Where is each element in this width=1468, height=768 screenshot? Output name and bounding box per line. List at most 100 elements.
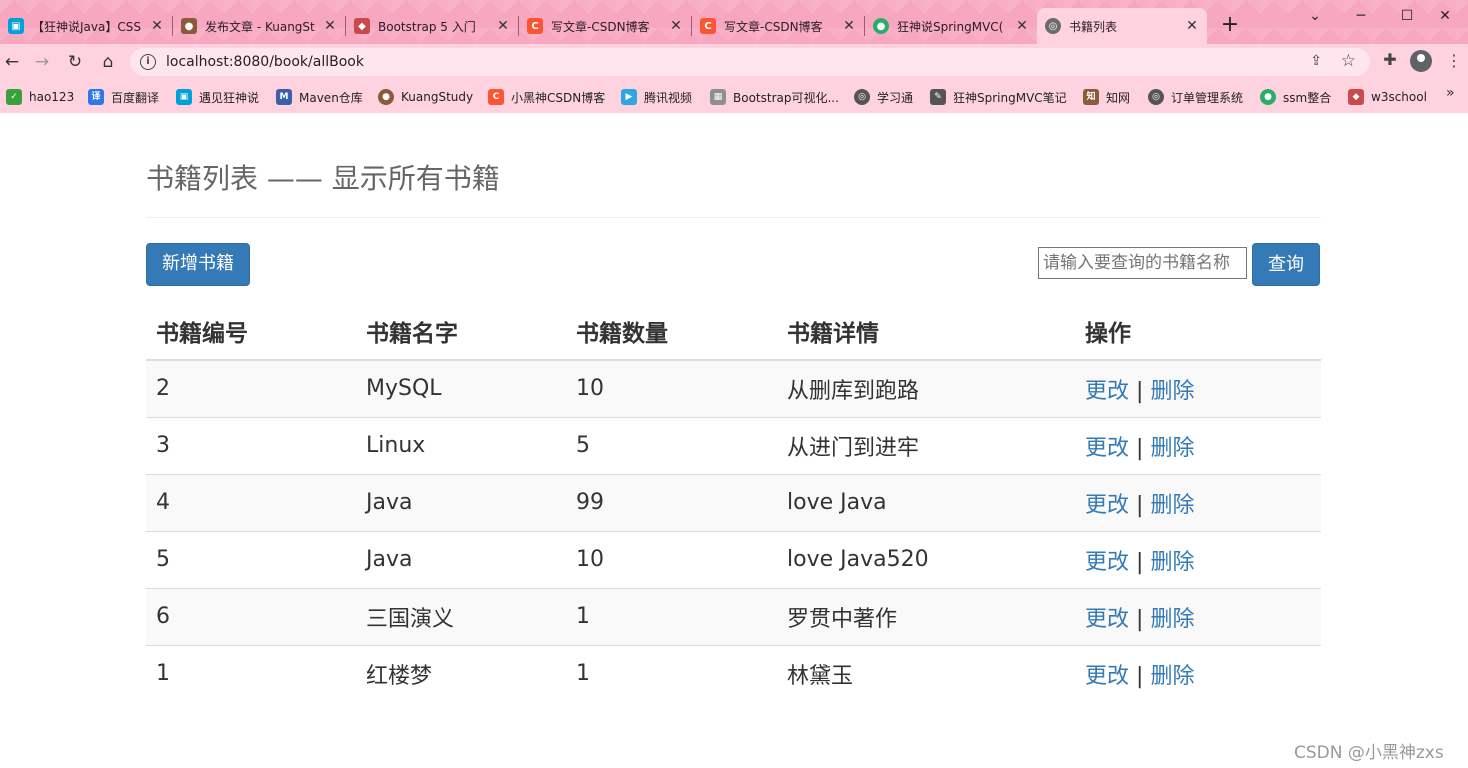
- edit-book-link[interactable]: 更改: [1085, 379, 1129, 404]
- browser-toolbar: ← → ↻ ⌂ i localhost:8080/book/allBook ⇪ …: [0, 44, 1468, 80]
- bookmark-label: 学习通: [877, 90, 914, 105]
- book-detail-cell: 从删库到跑路: [777, 360, 1075, 417]
- tab-4[interactable]: C 写文章-CSDN博客 ✕: [519, 8, 691, 44]
- bookmark-xuexitong[interactable]: ◎ 学习通: [854, 87, 913, 107]
- bookmark-kuangstudy[interactable]: ● KuangStudy: [378, 87, 473, 107]
- extensions-icon[interactable]: ✚: [1380, 50, 1400, 70]
- bookmark-label: ssm整合: [1283, 90, 1332, 105]
- delete-book-link[interactable]: 删除: [1150, 664, 1194, 689]
- share-icon[interactable]: ⇪: [1310, 53, 1322, 69]
- bookmark-label: 百度翻译: [111, 90, 160, 105]
- book-id-cell: 3: [146, 416, 356, 474]
- url-text[interactable]: localhost:8080/book/allBook: [166, 54, 364, 70]
- edit-book-link[interactable]: 更改: [1085, 550, 1129, 575]
- home-icon[interactable]: ⌂: [96, 50, 120, 74]
- book-search-input[interactable]: [1038, 247, 1247, 279]
- bookmark-csdn-blog[interactable]: C 小黑神CSDN博客: [488, 87, 605, 107]
- search-button[interactable]: 查询: [1252, 243, 1320, 286]
- add-book-button[interactable]: 新增书籍: [146, 243, 250, 286]
- bookmark-label: 订单管理系统: [1171, 90, 1244, 105]
- bookmark-label: Bootstrap可视化...: [733, 90, 839, 105]
- tab-7-active[interactable]: ◎ 书籍列表 ✕: [1037, 8, 1207, 44]
- delete-book-link[interactable]: 删除: [1150, 550, 1194, 575]
- tab-title: 写文章-CSDN博客: [551, 19, 650, 34]
- tab-close-icon[interactable]: ✕: [150, 18, 164, 34]
- maven-icon: M: [276, 89, 292, 105]
- profile-avatar-icon[interactable]: [1410, 50, 1432, 72]
- bookmark-label: hao123: [29, 90, 75, 104]
- table-row: 6 三国演义 1 罗贯中著作 更改 | 删除: [146, 587, 1321, 645]
- bookmark-tencent-video[interactable]: ▶ 腾讯视频: [621, 87, 692, 107]
- operation-separator: |: [1136, 549, 1144, 575]
- bookmarks-overflow-icon[interactable]: »: [1446, 85, 1455, 101]
- tab-close-icon[interactable]: ✕: [496, 18, 510, 34]
- avatar-icon: ●: [378, 89, 394, 105]
- reload-icon[interactable]: ↻: [63, 50, 87, 74]
- back-icon[interactable]: ←: [0, 50, 24, 74]
- bookmark-star-icon[interactable]: ☆: [1341, 51, 1356, 71]
- book-name-cell: Linux: [356, 416, 566, 474]
- avatar-icon: ●: [181, 18, 197, 34]
- bookmark-maven[interactable]: M Maven仓库: [276, 87, 363, 107]
- column-header-operations: 操作: [1075, 303, 1321, 361]
- edit-book-link[interactable]: 更改: [1085, 607, 1129, 632]
- edit-book-link[interactable]: 更改: [1085, 493, 1129, 518]
- delete-book-link[interactable]: 删除: [1150, 436, 1194, 461]
- book-count-cell: 10: [566, 530, 777, 588]
- runoob-icon: ◆: [1348, 89, 1364, 105]
- tab-1[interactable]: ▣ 【狂神说Java】CSS ✕: [0, 8, 172, 44]
- table-row: 5 Java 10 love Java520 更改 | 删除: [146, 530, 1321, 588]
- book-operations-cell: 更改 | 删除: [1075, 644, 1321, 702]
- tab-6[interactable]: ● 狂神说SpringMVC( ✕: [865, 8, 1037, 44]
- menu-kebab-icon[interactable]: ⋮: [1446, 50, 1462, 72]
- edit-book-link[interactable]: 更改: [1085, 436, 1129, 461]
- book-count-cell: 5: [566, 416, 777, 474]
- bookmark-cnki[interactable]: 知 知网: [1083, 87, 1130, 107]
- tab-search-chevron-icon[interactable]: ⌄: [1292, 6, 1338, 30]
- wechat-icon: ●: [1260, 89, 1276, 105]
- book-name-cell: 三国演义: [356, 587, 566, 645]
- page-title: 书籍列表 —— 显示所有书籍: [146, 162, 500, 195]
- globe-icon: ◎: [854, 89, 870, 105]
- book-name-cell: MySQL: [356, 360, 566, 417]
- bookmark-springmvc-notes[interactable]: ✎ 狂神SpringMVC笔记: [930, 87, 1067, 107]
- bookmark-bootstrap-visual[interactable]: ▦ Bootstrap可视化...: [710, 87, 839, 107]
- bookmark-hao123[interactable]: ✓ hao123: [6, 87, 74, 107]
- page-header: 书籍列表 —— 显示所有书籍: [146, 160, 1321, 218]
- minimize-icon[interactable]: ─: [1338, 6, 1384, 30]
- hao123-icon: ✓: [6, 89, 22, 105]
- new-tab-icon[interactable]: +: [1218, 13, 1242, 37]
- book-name-cell: 红楼梦: [356, 644, 566, 702]
- bookmark-label: 知网: [1106, 90, 1131, 105]
- bookmark-ssm[interactable]: ● ssm整合: [1260, 87, 1331, 107]
- tab-close-icon[interactable]: ✕: [1185, 18, 1199, 34]
- address-bar[interactable]: i localhost:8080/book/allBook ⇪ ☆: [130, 48, 1370, 76]
- book-count-cell: 99: [566, 473, 777, 531]
- bookmark-label: KuangStudy: [401, 90, 474, 104]
- book-id-cell: 2: [146, 360, 356, 417]
- forward-icon[interactable]: →: [30, 50, 54, 74]
- delete-book-link[interactable]: 删除: [1150, 493, 1194, 518]
- tab-close-icon[interactable]: ✕: [842, 18, 856, 34]
- site-info-icon[interactable]: i: [140, 54, 156, 70]
- bookmark-order-system[interactable]: ◎ 订单管理系统: [1148, 87, 1243, 107]
- tab-title: 发布文章 - KuangSt: [205, 19, 315, 34]
- tab-close-icon[interactable]: ✕: [323, 18, 337, 34]
- book-name-cell: Java: [356, 473, 566, 531]
- csdn-icon: C: [700, 18, 716, 34]
- bookmark-baidu-translate[interactable]: 译 百度翻译: [88, 87, 159, 107]
- delete-book-link[interactable]: 删除: [1150, 607, 1194, 632]
- bookmark-kuangshen[interactable]: ▣ 遇见狂神说: [176, 87, 259, 107]
- tab-close-icon[interactable]: ✕: [669, 18, 683, 34]
- tab-5[interactable]: C 写文章-CSDN博客 ✕: [692, 8, 864, 44]
- tab-close-icon[interactable]: ✕: [1015, 18, 1029, 34]
- table-row: 3 Linux 5 从进门到进牢 更改 | 删除: [146, 416, 1321, 474]
- book-detail-cell: love Java520: [777, 530, 1075, 588]
- edit-book-link[interactable]: 更改: [1085, 664, 1129, 689]
- close-window-icon[interactable]: ✕: [1422, 6, 1468, 30]
- tab-3[interactable]: ◆ Bootstrap 5 入门 ✕: [346, 8, 518, 44]
- table-header-row: 书籍编号 书籍名字 书籍数量 书籍详情 操作: [146, 303, 1321, 361]
- delete-book-link[interactable]: 删除: [1150, 379, 1194, 404]
- tab-2[interactable]: ● 发布文章 - KuangSt ✕: [173, 8, 345, 44]
- bookmark-w3school[interactable]: ◆ w3school: [1348, 87, 1427, 107]
